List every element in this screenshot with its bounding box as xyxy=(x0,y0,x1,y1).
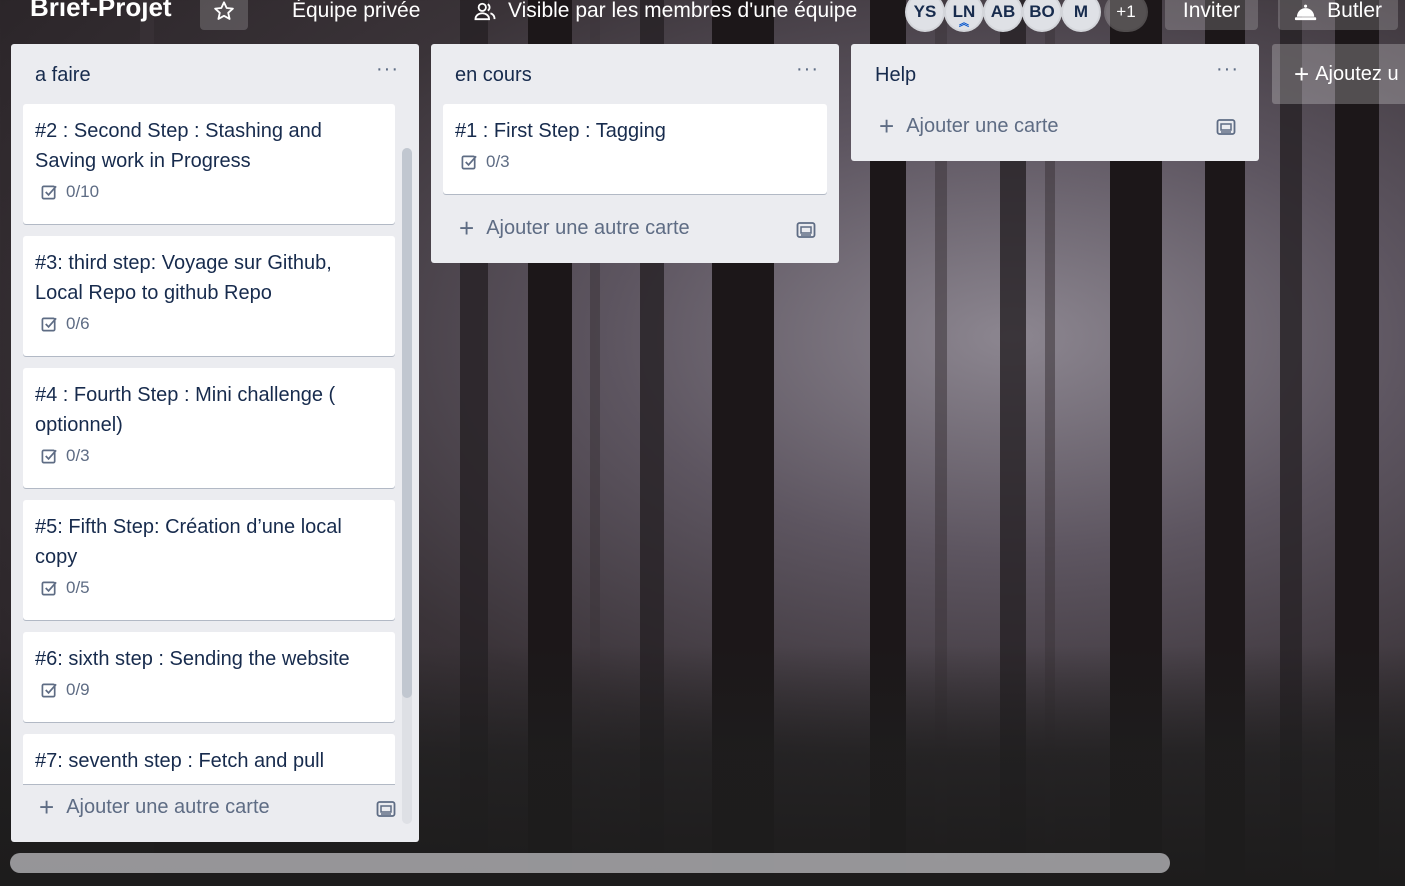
list-title[interactable]: en cours xyxy=(455,64,532,87)
star-button[interactable] xyxy=(200,0,248,30)
card[interactable]: #1 : First Step : Tagging 0/3 xyxy=(443,104,827,194)
add-card-button[interactable]: + Ajouter une autre carte xyxy=(459,215,690,241)
member-avatar[interactable]: LN ︽ xyxy=(944,0,984,32)
checkbox-icon xyxy=(41,185,57,199)
card[interactable]: #6: sixth step : Sending the website 0/9 xyxy=(23,632,395,722)
card-title: #3: third step: Voyage sur Github, Local… xyxy=(35,252,332,304)
invite-button[interactable]: Inviter xyxy=(1165,0,1258,30)
board-horizontal-scrollbar[interactable] xyxy=(10,853,1170,873)
checkbox-icon xyxy=(41,449,57,463)
member-avatars: YS LN ︽ AB BO M +1 xyxy=(905,0,1148,32)
checkbox-icon xyxy=(41,581,57,595)
member-avatar[interactable]: AB xyxy=(983,0,1023,32)
checklist-badge: 0/3 xyxy=(461,152,815,172)
checklist-count: 0/5 xyxy=(66,578,90,597)
card-title: #4 : Fourth Step : Mini challenge ( opti… xyxy=(35,384,336,436)
list-header: a faire ··· xyxy=(11,44,419,100)
checklist-count: 0/10 xyxy=(66,182,100,201)
card-title: #2 : Second Step : Stashing and Saving w… xyxy=(35,120,322,172)
add-card-label: Ajouter une carte xyxy=(906,114,1059,137)
card-template-icon[interactable] xyxy=(1216,118,1236,136)
star-icon xyxy=(214,1,234,20)
butler-label: Butler xyxy=(1327,0,1382,22)
list-header: en cours ··· xyxy=(431,44,839,100)
add-card-button[interactable]: + Ajouter une autre carte xyxy=(39,794,270,820)
add-card-label: Ajouter une autre carte xyxy=(66,795,270,818)
add-card-label: Ajouter une autre carte xyxy=(486,216,690,239)
checklist-badge: 0/10 xyxy=(41,182,383,202)
list-scrollbar-thumb[interactable] xyxy=(402,148,412,698)
team-visibility-icon xyxy=(474,2,496,21)
checklist-badge: 0/3 xyxy=(41,446,383,466)
list-en-cours: en cours ··· #1 : First Step : Tagging 0… xyxy=(431,44,839,263)
list-menu-button[interactable]: ··· xyxy=(1216,58,1239,81)
card[interactable]: #7: seventh step : Fetch and pull xyxy=(23,734,395,784)
card[interactable]: #3: third step: Voyage sur Github, Local… xyxy=(23,236,395,356)
add-card-button[interactable]: + Ajouter une carte xyxy=(879,113,1059,139)
plus-icon: + xyxy=(1294,58,1310,89)
more-members-button[interactable]: +1 xyxy=(1104,0,1148,32)
card-template-icon[interactable] xyxy=(796,221,816,239)
team-button[interactable]: Équipe privée xyxy=(292,0,420,23)
list-menu-button[interactable]: ··· xyxy=(796,58,819,81)
card-title: #1 : First Step : Tagging xyxy=(455,120,666,142)
member-avatar[interactable]: BO xyxy=(1022,0,1062,32)
list-title[interactable]: a faire xyxy=(35,64,91,87)
member-avatar[interactable]: M xyxy=(1061,0,1101,32)
checklist-badge: 0/5 xyxy=(41,578,383,598)
list-title[interactable]: Help xyxy=(875,64,916,87)
visibility-button[interactable]: Visible par les membres d'une équipe xyxy=(474,0,857,23)
list-help: Help ··· + Ajouter une carte xyxy=(851,44,1259,161)
card-title: #6: sixth step : Sending the website xyxy=(35,648,350,670)
card-template-icon[interactable] xyxy=(376,800,396,818)
checklist-badge: 0/9 xyxy=(41,680,383,700)
card[interactable]: #4 : Fourth Step : Mini challenge ( opti… xyxy=(23,368,395,488)
member-avatar[interactable]: YS xyxy=(905,0,945,32)
checklist-count: 0/6 xyxy=(66,314,90,333)
checkbox-icon xyxy=(41,317,57,331)
butler-bell-icon xyxy=(1294,4,1317,21)
butler-button[interactable]: Butler xyxy=(1278,0,1398,30)
board-title[interactable]: Brief-Projet xyxy=(30,0,172,23)
checklist-count: 0/3 xyxy=(486,152,510,171)
card[interactable]: #2 : Second Step : Stashing and Saving w… xyxy=(23,104,395,224)
checkbox-icon xyxy=(461,155,477,169)
list-menu-button[interactable]: ··· xyxy=(376,58,399,81)
plus-icon: + xyxy=(879,111,895,141)
admin-chevron-icon: ︽ xyxy=(959,18,969,29)
add-list-button[interactable]: + Ajoutez u xyxy=(1272,44,1405,104)
checklist-badge: 0/6 xyxy=(41,314,383,334)
add-list-label: Ajoutez u xyxy=(1315,62,1399,85)
card-title: #7: seventh step : Fetch and pull xyxy=(35,750,325,772)
card[interactable]: #5: Fifth Step: Création d’une local cop… xyxy=(23,500,395,620)
plus-icon: + xyxy=(39,792,55,822)
card-title: #5: Fifth Step: Création d’une local cop… xyxy=(35,516,342,568)
board-header: Brief-Projet Équipe privée Visible par l… xyxy=(0,0,1405,32)
checkbox-icon xyxy=(41,683,57,697)
list-header: Help ··· xyxy=(851,44,1259,100)
plus-icon: + xyxy=(459,213,475,243)
checklist-count: 0/3 xyxy=(66,446,90,465)
list-a-faire: a faire ··· #2 : Second Step : Stashing … xyxy=(11,44,419,842)
visibility-label: Visible par les membres d'une équipe xyxy=(508,0,858,22)
checklist-count: 0/9 xyxy=(66,680,90,699)
list-scrollbar[interactable] xyxy=(402,148,412,824)
